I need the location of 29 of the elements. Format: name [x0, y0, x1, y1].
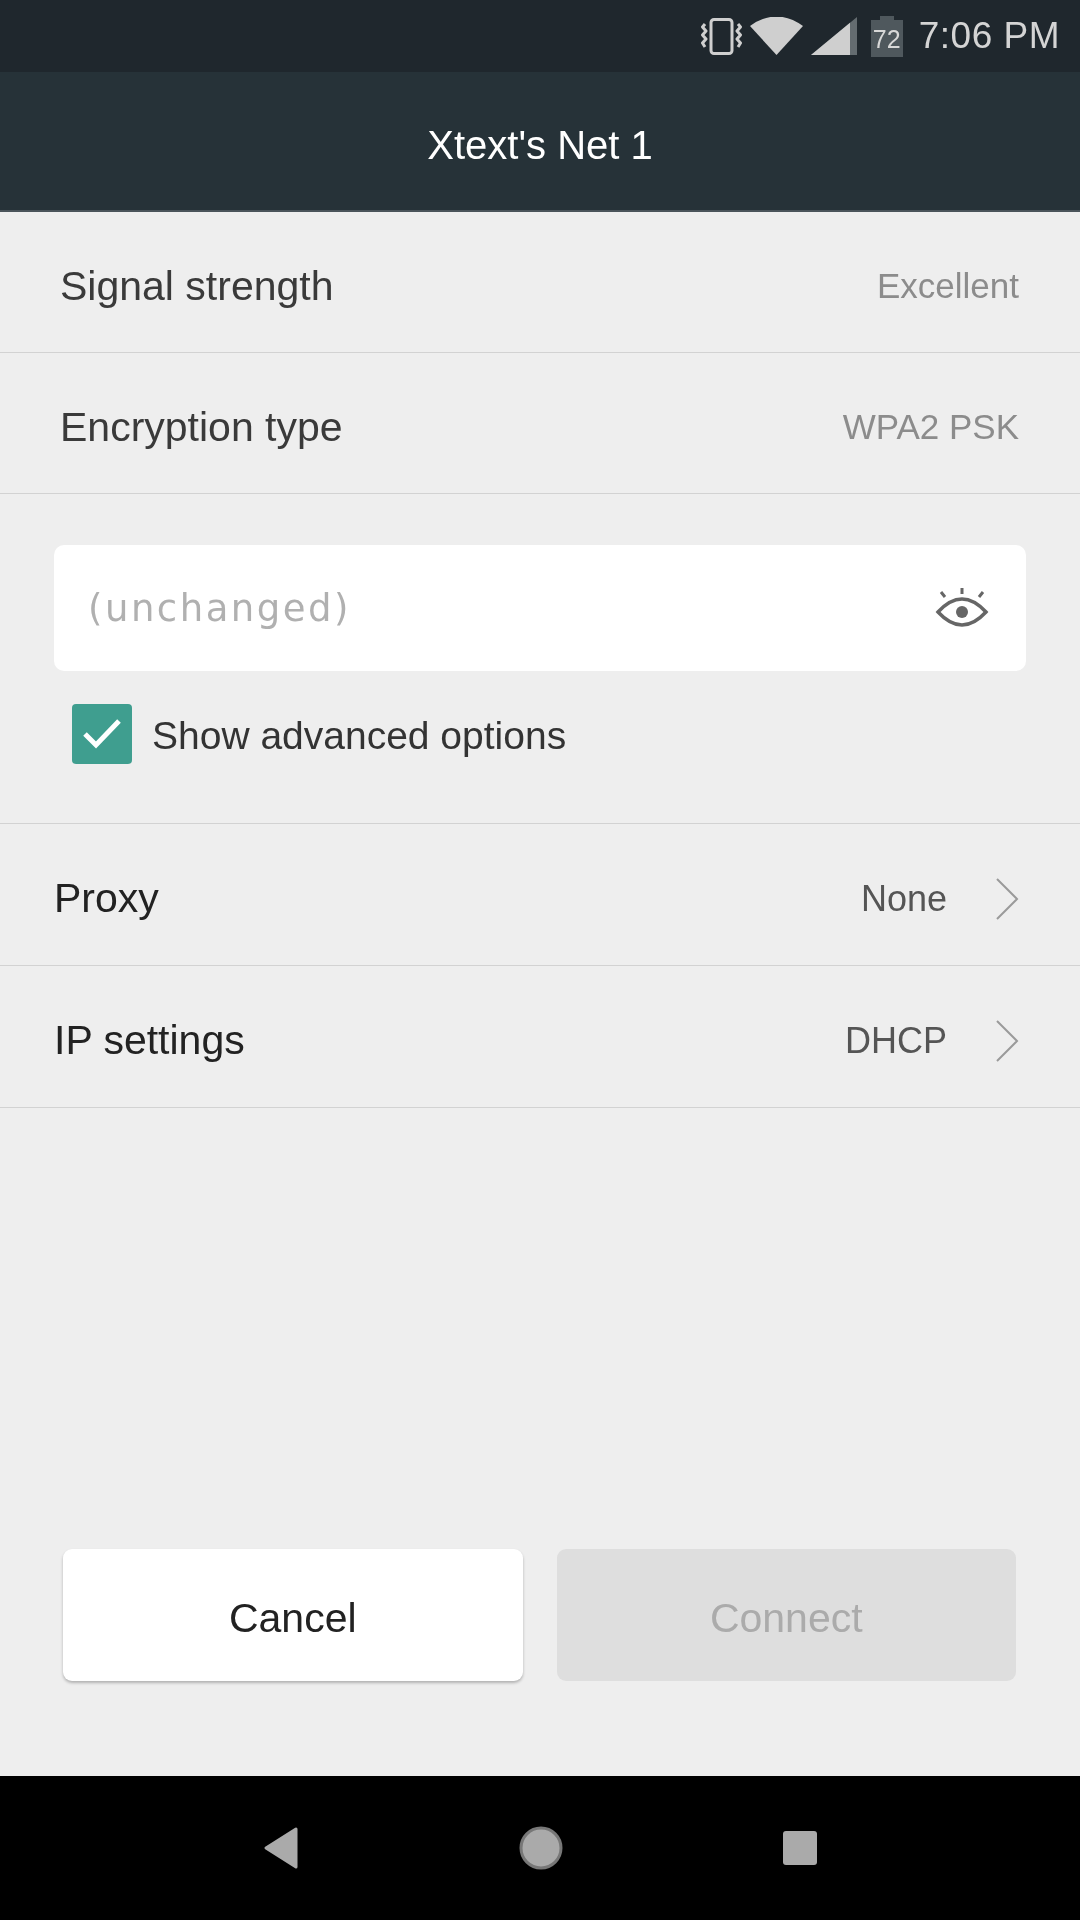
battery-level: 72: [870, 15, 903, 57]
settings-value: DHCP: [845, 1019, 947, 1062]
wifi-icon: [749, 17, 803, 55]
back-icon: [263, 1827, 299, 1869]
settings-label: IP settings: [54, 1017, 245, 1064]
settings-row[interactable]: IP settings DHCP: [0, 966, 1080, 1108]
info-value: Excellent: [876, 266, 1019, 306]
settings-value: None: [860, 877, 947, 920]
info-value: WPA2 PSK: [842, 407, 1019, 447]
settings-row[interactable]: Proxy None: [0, 824, 1080, 966]
settings-label: Proxy: [54, 875, 159, 922]
status-time: 7:06 PM: [918, 15, 1060, 57]
checkbox-label: Show advanced options: [152, 712, 567, 758]
recents-icon: [783, 1831, 817, 1865]
cell-signal-icon: [810, 17, 857, 55]
eye-icon[interactable]: [935, 586, 989, 628]
password-field[interactable]: (unchanged): [54, 545, 1026, 671]
chevron-right-icon: [995, 1018, 1019, 1063]
dialog-button[interactable]: Cancel: [63, 1549, 523, 1681]
info-label: Signal strength: [60, 262, 334, 310]
chevron-right-icon: [995, 876, 1019, 921]
network-title: Xtext's Net 1: [427, 122, 653, 168]
advanced-checkbox[interactable]: [72, 704, 132, 764]
checkmark-icon: [82, 718, 122, 750]
back-button[interactable]: [263, 1827, 299, 1869]
info-label: Encryption type: [60, 403, 343, 451]
home-button[interactable]: [519, 1826, 563, 1870]
home-icon: [519, 1826, 563, 1870]
vibrate-icon: [700, 17, 742, 55]
